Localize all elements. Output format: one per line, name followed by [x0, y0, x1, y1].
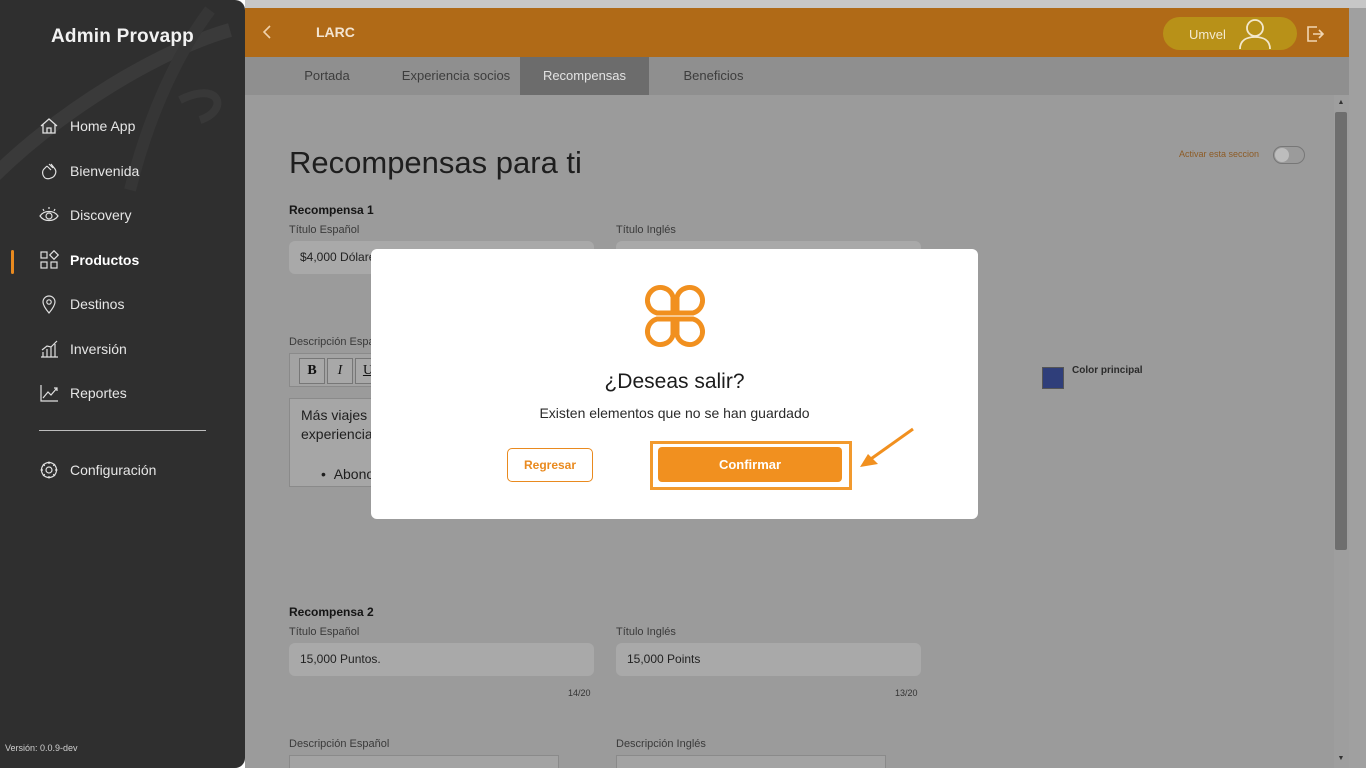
color-label: Color principal [1072, 365, 1143, 376]
back-chevron-icon[interactable] [257, 22, 277, 42]
tab-experiencia-socios[interactable]: Experiencia socios [393, 57, 519, 95]
scrollbar-thumb[interactable] [1335, 112, 1347, 550]
location-pin-icon [38, 293, 60, 315]
reward-2-desc-es-label: Descripción Español [289, 738, 390, 750]
version-label: Versión: 0.0.9-dev [5, 743, 78, 753]
italic-button[interactable]: I [327, 358, 353, 384]
sidebar-item-label: Bienvenida [70, 163, 140, 179]
sidebar-item-destinos[interactable]: Destinos [38, 292, 124, 316]
active-indicator [11, 250, 14, 274]
user-menu[interactable]: Umvel [1163, 17, 1297, 50]
reward-1-title-en-label: Título Inglés [616, 224, 676, 236]
tab-recompensas[interactable]: Recompensas [520, 57, 649, 95]
dialog-message: Existen elementos que no se han guardado [539, 405, 810, 421]
toggle-knob [1275, 148, 1289, 162]
dialog-title: ¿Deseas salir? [604, 370, 745, 393]
reward-2-label: Recompensa 2 [289, 605, 374, 619]
sidebar-item-label: Productos [70, 252, 140, 268]
sidebar-item-productos[interactable]: Productos [38, 248, 139, 272]
section-toggle[interactable] [1273, 146, 1305, 164]
sidebar-item-bienvenida[interactable]: Bienvenida [38, 159, 139, 183]
toggle-label: Activar esta seccion [1179, 149, 1260, 159]
reward-2-editor-toolbar-es [289, 755, 559, 768]
reward-2-desc-en-label: Descripción Inglés [616, 738, 706, 750]
brand-title: Admin Provapp [50, 26, 194, 47]
header-bar: LARC Umvel [245, 8, 1349, 57]
scroll-down-icon[interactable]: ▼ [1337, 755, 1345, 763]
sidebar-item-label: Home App [70, 118, 136, 134]
reward-2-title-en-label: Título Inglés [616, 626, 676, 638]
exit-confirmation-dialog: ¿Deseas salir? Existen elementos que no … [371, 249, 978, 519]
sidebar-item-label: Configuración [70, 462, 157, 478]
regresar-button[interactable]: Regresar [507, 448, 593, 482]
tab-beneficios[interactable]: Beneficios [665, 57, 762, 95]
bold-button[interactable]: B [299, 358, 325, 384]
pointer-arrow-icon [860, 427, 914, 467]
sidebar-item-home-app[interactable]: Home App [38, 114, 135, 138]
reward-2-title-es-counter: 14/20 [568, 688, 591, 698]
tab-portada[interactable]: Portada [281, 57, 373, 95]
reward-2-title-en-input[interactable]: 15,000 Points [616, 643, 921, 676]
gear-icon [38, 459, 60, 481]
reward-2-title-en-counter: 13/20 [895, 688, 918, 698]
scroll-up-icon[interactable]: ▲ [1337, 99, 1345, 107]
clover-logo-icon [644, 284, 706, 348]
header-title: LARC [316, 24, 355, 40]
confirmar-button[interactable]: Confirmar [658, 447, 842, 482]
reward-1-title-es-label: Título Español [289, 224, 360, 236]
user-name: Umvel [1189, 27, 1226, 42]
user-avatar-icon [1239, 19, 1271, 49]
sidebar-item-label: Discovery [70, 207, 132, 223]
tab-bar: Portada Experiencia socios Recompensas B… [245, 57, 1349, 95]
home-icon [38, 115, 60, 137]
sidebar: Admin Provapp Home App Bienvenida Discov… [0, 0, 245, 768]
window-edge [1349, 8, 1366, 768]
color-swatch[interactable] [1042, 367, 1064, 389]
logout-icon[interactable] [1305, 24, 1325, 44]
top-strip [245, 0, 1366, 8]
reward-2-title-es-input[interactable]: 15,000 Puntos. [289, 643, 594, 676]
reward-1-label: Recompensa 1 [289, 203, 374, 217]
line-chart-icon [38, 382, 60, 404]
waving-hand-icon [38, 160, 60, 182]
reward-2-title-es-label: Título Español [289, 626, 360, 638]
reward-2-editor-toolbar-en [616, 755, 886, 768]
sidebar-item-label: Destinos [70, 296, 125, 312]
sidebar-item-configuracion[interactable]: Configuración [38, 458, 156, 482]
sidebar-item-reportes[interactable]: Reportes [38, 381, 127, 405]
grid-icon [38, 249, 60, 271]
sidebar-item-inversion[interactable]: Inversión [38, 337, 127, 361]
bar-chart-icon [38, 338, 60, 360]
sidebar-item-label: Reportes [70, 385, 127, 401]
sidebar-divider [39, 430, 206, 431]
sidebar-item-label: Inversión [70, 341, 127, 357]
sidebar-item-discovery[interactable]: Discovery [38, 203, 131, 227]
eye-icon [38, 204, 60, 226]
page-title: Recompensas para ti [289, 145, 582, 180]
